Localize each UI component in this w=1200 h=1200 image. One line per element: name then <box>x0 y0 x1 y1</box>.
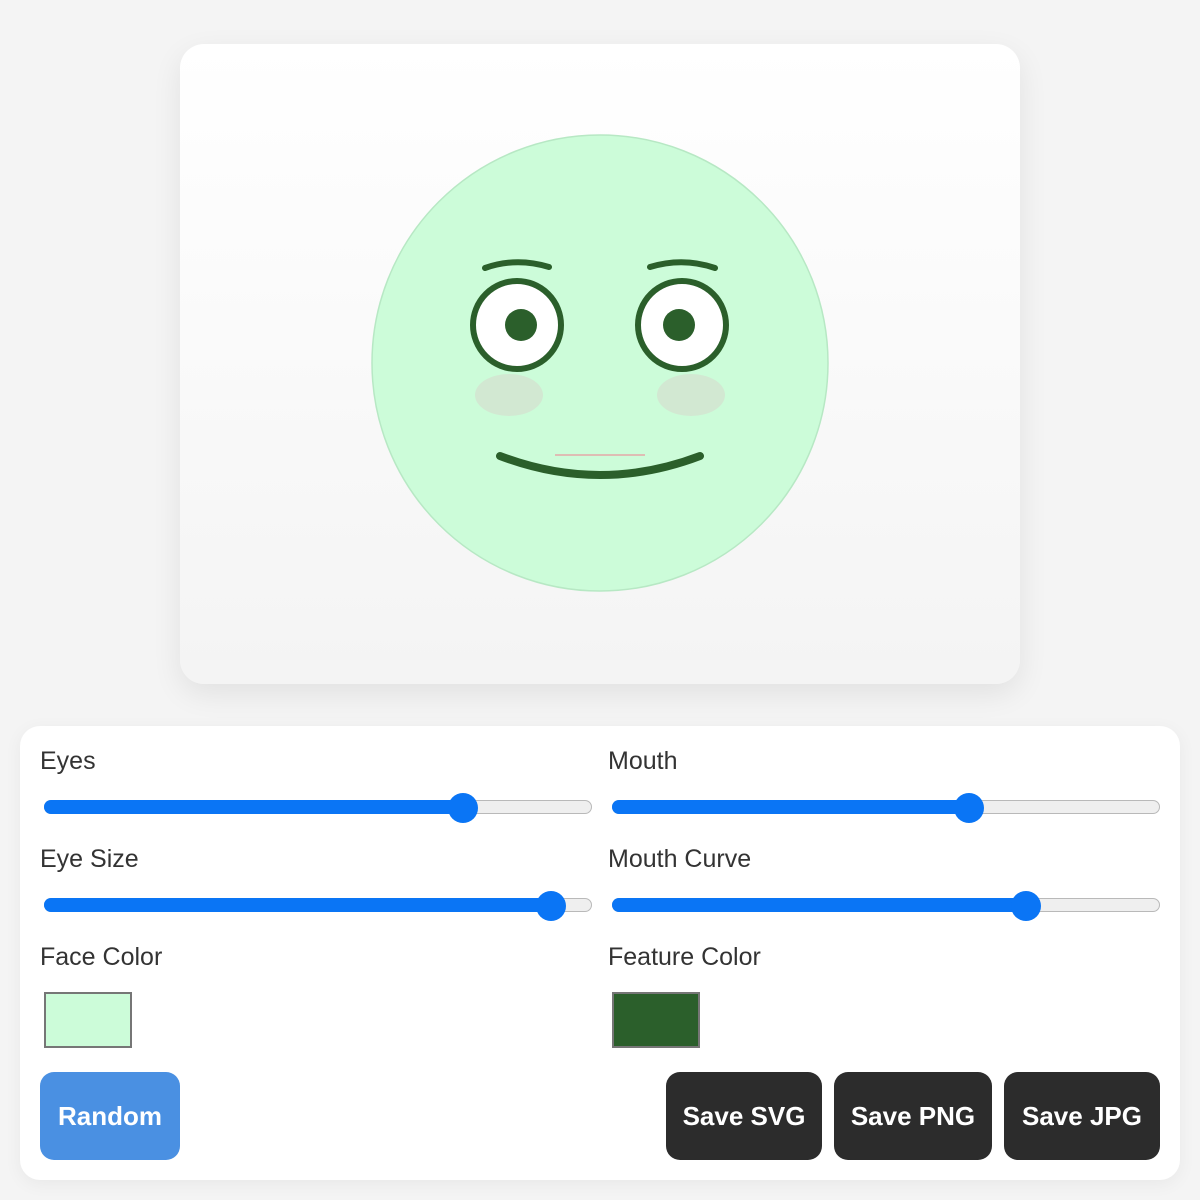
slider-thumb[interactable] <box>448 793 479 823</box>
eye-size-slider[interactable] <box>44 891 592 921</box>
right-pupil <box>663 309 695 341</box>
mouth-slider[interactable] <box>612 793 1160 823</box>
slider-thumb[interactable] <box>1010 891 1041 921</box>
slider-thumb[interactable] <box>536 891 567 921</box>
feature-color-label: Feature Color <box>608 943 761 971</box>
mouth-curve-slider[interactable] <box>612 891 1160 921</box>
face-canvas <box>371 134 829 592</box>
eyes-label: Eyes <box>40 747 96 775</box>
right-cheek-blush <box>657 374 725 416</box>
save-svg-button[interactable]: Save SVG <box>666 1072 822 1160</box>
mouth-curve-label: Mouth Curve <box>608 845 752 873</box>
mouth-label: Mouth <box>608 747 678 775</box>
left-cheek-blush <box>475 374 543 416</box>
save-jpg-button[interactable]: Save JPG <box>1004 1072 1160 1160</box>
left-pupil <box>505 309 537 341</box>
eyes-slider[interactable] <box>44 793 592 823</box>
slider-thumb[interactable] <box>953 793 984 823</box>
save-png-button[interactable]: Save PNG <box>834 1072 992 1160</box>
random-button[interactable]: Random <box>40 1072 180 1160</box>
slider-fill <box>44 898 552 912</box>
face-color-label: Face Color <box>40 943 163 971</box>
face-color-picker[interactable] <box>44 992 132 1048</box>
face-preview-card <box>180 44 1020 684</box>
face-circle <box>371 134 829 592</box>
controls-panel: Eyes Mouth Eye Size Mouth Curve Face Col… <box>20 726 1180 1180</box>
eye-size-label: Eye Size <box>40 845 139 873</box>
slider-fill <box>44 800 464 814</box>
feature-color-picker[interactable] <box>612 992 700 1048</box>
slider-fill <box>612 800 969 814</box>
slider-fill <box>612 898 1026 912</box>
